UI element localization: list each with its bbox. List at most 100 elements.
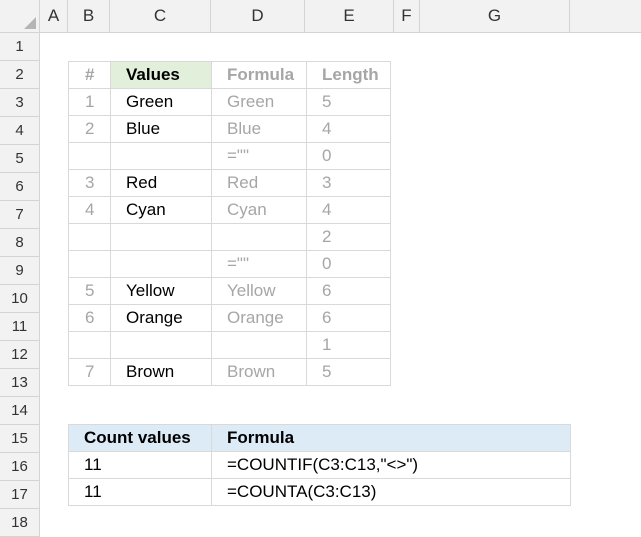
- value-cell[interactable]: Yellow: [110, 277, 212, 305]
- header-formula-cell[interactable]: Formula: [211, 61, 307, 89]
- row-header-3[interactable]: 3: [0, 89, 40, 117]
- formula-cell[interactable]: =COUNTIF(C3:C13,"<>"): [211, 451, 571, 479]
- row-header-8[interactable]: 8: [0, 229, 40, 257]
- column-header-e[interactable]: E: [305, 0, 394, 33]
- row-header-5[interactable]: 5: [0, 145, 40, 173]
- table-row: 2: [68, 223, 391, 251]
- length-cell[interactable]: 0: [306, 142, 391, 170]
- table-row: 2 Blue Blue 4: [68, 115, 391, 143]
- values-table: # Values Formula Length 1 Green Green 5 2 Blu…: [68, 61, 391, 386]
- table-row: 3 Red Red 3: [68, 169, 391, 197]
- row-header-1[interactable]: 1: [0, 33, 40, 61]
- table-row: ="" 0: [68, 142, 391, 170]
- count-table: Count values Formula 11 =COUNTIF(C3:C13,"…: [68, 424, 571, 506]
- length-cell[interactable]: 5: [306, 88, 391, 116]
- column-header-f[interactable]: F: [394, 0, 420, 33]
- row-header-4[interactable]: 4: [0, 117, 40, 145]
- formula-cell[interactable]: [211, 331, 307, 359]
- value-cell[interactable]: Brown: [110, 358, 212, 386]
- length-cell[interactable]: 1: [306, 331, 391, 359]
- table-row: 11 =COUNTA(C3:C13): [68, 478, 571, 506]
- row-header-15[interactable]: 15: [0, 425, 40, 453]
- num-cell[interactable]: 3: [68, 169, 111, 197]
- value-cell[interactable]: Green: [110, 88, 212, 116]
- formula-cell[interactable]: Green: [211, 88, 307, 116]
- table-row: 5 Yellow Yellow 6: [68, 277, 391, 305]
- length-cell[interactable]: 3: [306, 169, 391, 197]
- row-header-6[interactable]: 6: [0, 173, 40, 201]
- row-header-11[interactable]: 11: [0, 313, 40, 341]
- length-cell[interactable]: 5: [306, 358, 391, 386]
- num-cell[interactable]: 4: [68, 196, 111, 224]
- table-row: 6 Orange Orange 6: [68, 304, 391, 332]
- select-all-button[interactable]: [0, 0, 40, 33]
- length-cell[interactable]: 0: [306, 250, 391, 278]
- row-header-17[interactable]: 17: [0, 481, 40, 509]
- formula-cell[interactable]: ="": [211, 142, 307, 170]
- table-row: 11 =COUNTIF(C3:C13,"<>"): [68, 451, 571, 479]
- formula-cell[interactable]: Cyan: [211, 196, 307, 224]
- length-cell[interactable]: 4: [306, 115, 391, 143]
- formula-cell[interactable]: Yellow: [211, 277, 307, 305]
- column-header-d[interactable]: D: [211, 0, 305, 33]
- header-count-formula-cell[interactable]: Formula: [211, 424, 571, 452]
- num-cell[interactable]: [68, 223, 111, 251]
- value-cell[interactable]: Red: [110, 169, 212, 197]
- column-header-c[interactable]: C: [110, 0, 211, 33]
- value-cell[interactable]: Orange: [110, 304, 212, 332]
- row-header-7[interactable]: 7: [0, 201, 40, 229]
- length-cell[interactable]: 6: [306, 277, 391, 305]
- value-cell[interactable]: [110, 331, 212, 359]
- values-table-header-row: # Values Formula Length: [68, 61, 391, 89]
- num-cell[interactable]: 5: [68, 277, 111, 305]
- formula-cell[interactable]: Red: [211, 169, 307, 197]
- value-cell[interactable]: [110, 250, 212, 278]
- count-cell[interactable]: 11: [68, 478, 212, 506]
- row-header-18[interactable]: 18: [0, 509, 40, 537]
- column-header-a[interactable]: A: [40, 0, 68, 33]
- num-cell[interactable]: [68, 142, 111, 170]
- table-row: 7 Brown Brown 5: [68, 358, 391, 386]
- row-header-16[interactable]: 16: [0, 453, 40, 481]
- spreadsheet: ABCDEFG 1 2 3 4 5 6 7 8 9 10 11 12 13 14 15 16 17 18 # Va…: [0, 0, 641, 537]
- table-row: 1: [68, 331, 391, 359]
- formula-cell[interactable]: Brown: [211, 358, 307, 386]
- length-cell[interactable]: 4: [306, 196, 391, 224]
- row-header-10[interactable]: 10: [0, 285, 40, 313]
- header-values-cell[interactable]: Values: [110, 61, 212, 89]
- value-cell[interactable]: [110, 223, 212, 251]
- table-row: 1 Green Green 5: [68, 88, 391, 116]
- formula-cell[interactable]: Orange: [211, 304, 307, 332]
- length-cell[interactable]: 6: [306, 304, 391, 332]
- formula-cell[interactable]: Blue: [211, 115, 307, 143]
- count-table-header-row: Count values Formula: [68, 424, 571, 452]
- row-header-14[interactable]: 14: [0, 397, 40, 425]
- header-count-values-cell[interactable]: Count values: [68, 424, 212, 452]
- length-cell[interactable]: 2: [306, 223, 391, 251]
- num-cell[interactable]: 2: [68, 115, 111, 143]
- num-cell[interactable]: 7: [68, 358, 111, 386]
- num-cell[interactable]: [68, 250, 111, 278]
- value-cell[interactable]: Cyan: [110, 196, 212, 224]
- num-cell[interactable]: 1: [68, 88, 111, 116]
- formula-cell[interactable]: ="": [211, 250, 307, 278]
- count-cell[interactable]: 11: [68, 451, 212, 479]
- header-length-cell[interactable]: Length: [306, 61, 391, 89]
- row-header-13[interactable]: 13: [0, 369, 40, 397]
- header-num-cell[interactable]: #: [68, 61, 111, 89]
- column-header-g[interactable]: G: [420, 0, 570, 33]
- num-cell[interactable]: [68, 331, 111, 359]
- column-header-empty: [570, 0, 641, 33]
- table-row: 4 Cyan Cyan 4: [68, 196, 391, 224]
- row-header-2[interactable]: 2: [0, 61, 40, 89]
- select-all-triangle-icon: [24, 17, 36, 29]
- value-cell[interactable]: [110, 142, 212, 170]
- value-cell[interactable]: Blue: [110, 115, 212, 143]
- column-header-b[interactable]: B: [68, 0, 110, 33]
- formula-cell[interactable]: =COUNTA(C3:C13): [211, 478, 571, 506]
- table-row: ="" 0: [68, 250, 391, 278]
- row-header-9[interactable]: 9: [0, 257, 40, 285]
- num-cell[interactable]: 6: [68, 304, 111, 332]
- formula-cell[interactable]: [211, 223, 307, 251]
- row-header-12[interactable]: 12: [0, 341, 40, 369]
